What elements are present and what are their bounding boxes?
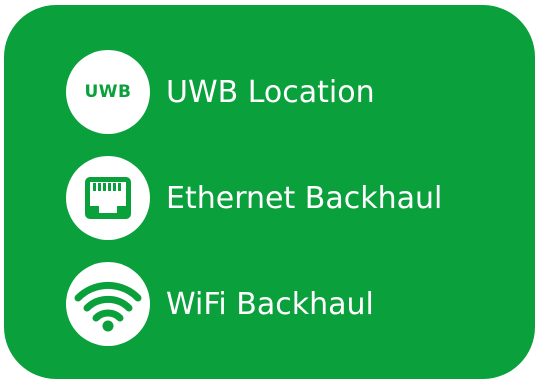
feature-row-wifi: WiFi Backhaul: [66, 262, 374, 346]
feature-label-wifi: WiFi Backhaul: [166, 286, 374, 322]
ethernet-port-icon: [66, 156, 150, 240]
feature-row-ethernet: Ethernet Backhaul: [66, 156, 442, 240]
feature-label-uwb: UWB Location: [166, 74, 375, 110]
feature-card: UWB UWB Location Ethernet Backhaul WiFi …: [4, 5, 535, 379]
uwb-badge-icon: UWB: [66, 50, 150, 134]
feature-label-ethernet: Ethernet Backhaul: [166, 180, 443, 216]
wifi-icon: [66, 262, 150, 346]
feature-row-uwb: UWB UWB Location: [66, 50, 375, 134]
uwb-badge-text: UWB: [84, 82, 132, 102]
